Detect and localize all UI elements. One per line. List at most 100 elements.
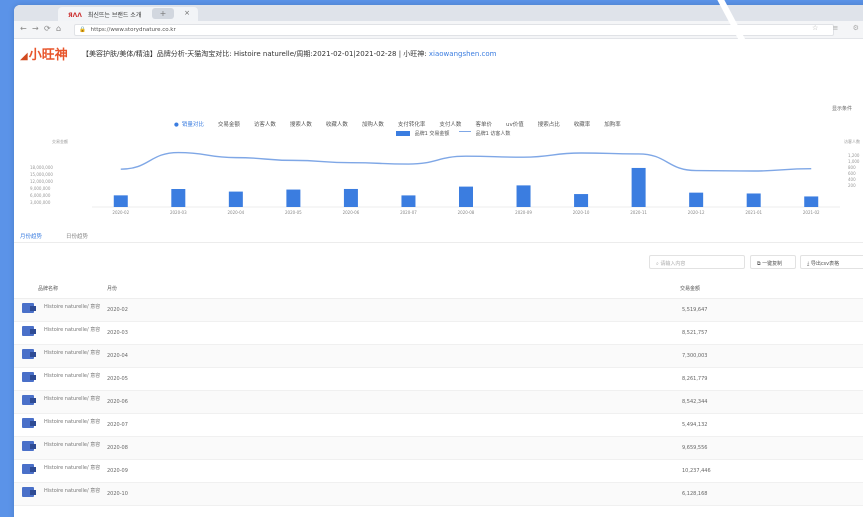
table-row[interactable]: Histoire naturelle/ 意容 2020-06 8,542,344 xyxy=(14,391,863,414)
browser-tab[interactable]: ЯΛΛ 최신뜨는 브랜드 소개 × xyxy=(58,7,198,21)
cell-month: 2020-10 xyxy=(107,491,128,497)
display-conditions-link[interactable]: 显示条件 xyxy=(832,105,852,112)
back-icon[interactable]: ← xyxy=(20,24,27,33)
cell-month: 2020-06 xyxy=(107,399,128,405)
metric-tab[interactable]: 销量对比 xyxy=(174,122,204,128)
brand-thumbnail xyxy=(22,464,36,474)
page-content: 小旺神 【美容护肤/美体/精油】品牌分析-天猫淘宝对比: Histoire na… xyxy=(14,39,863,517)
table-row[interactable]: Histoire naturelle/ 意容 2020-07 5,494,132 xyxy=(14,414,863,437)
table-row[interactable]: Histoire naturelle/ 意容 2020-02 5,519,647 xyxy=(14,299,863,322)
x-tick-label: 2021-01 xyxy=(745,210,762,215)
visitor-line xyxy=(120,151,812,172)
bar-legend-swatch xyxy=(396,131,410,136)
y-right-tick-label: 200 xyxy=(848,183,856,188)
cell-brand: Histoire naturelle/ 意容 xyxy=(44,304,101,310)
metric-tab[interactable]: 收藏人数 xyxy=(326,122,348,128)
cell-brand: Histoire naturelle/ 意容 xyxy=(44,488,101,494)
metric-tabs: 销量对比 交易金额 访客人数 搜索人数 收藏人数 加购人数 支付转化率 支付人数 客单价 uv价值… xyxy=(174,120,635,128)
metric-tab[interactable]: 收藏率 xyxy=(574,122,591,128)
metric-tab[interactable]: 搜索人数 xyxy=(290,122,312,128)
table-row[interactable]: Histoire naturelle/ 意容 2020-05 8,261,779 xyxy=(14,368,863,391)
x-tick-label: 2020-02 xyxy=(112,210,129,215)
cell-sales: 7,300,003 xyxy=(682,353,708,359)
table-body: Histoire naturelle/ 意容 2020-02 5,519,647 Hi… xyxy=(14,299,863,506)
table-row[interactable]: Histoire naturelle/ 意容 2020-09 10,237,446 xyxy=(14,460,863,483)
metric-tab[interactable]: uv价值 xyxy=(506,122,524,128)
brand-thumbnail xyxy=(22,303,36,313)
table-row[interactable]: Histoire naturelle/ 意容 2020-03 8,521,757 xyxy=(14,322,863,345)
cell-month: 2020-04 xyxy=(107,353,128,359)
page-title-text: 【美容护肤/美体/精油】品牌分析-天猫淘宝对比: Histoire nature… xyxy=(82,50,427,58)
table-header: 品牌名称 月份 交易金额 xyxy=(14,277,863,299)
y-left-tick-label: 15,000,000 xyxy=(30,172,53,177)
reload-icon[interactable]: ⟳ xyxy=(44,24,51,33)
search-placeholder: 请输入内容 xyxy=(660,261,686,267)
copy-label: 一键复制 xyxy=(762,261,783,267)
bar-mark xyxy=(804,196,819,207)
x-tick-label: 2020-12 xyxy=(688,210,705,215)
col-month[interactable]: 月份 xyxy=(107,285,117,292)
line-legend-label[interactable]: 品牌1 访客人数 xyxy=(476,131,511,137)
y-left-tick-label: 3,000,000 xyxy=(30,200,51,205)
cell-brand: Histoire naturelle/ 意容 xyxy=(44,396,101,402)
cell-brand: Histoire naturelle/ 意容 xyxy=(44,465,101,471)
site-logo[interactable]: 小旺神 xyxy=(20,44,68,63)
table-row[interactable]: Histoire naturelle/ 意容 2020-08 9,659,556 xyxy=(14,437,863,460)
y-right-axis-title: 访客人数 xyxy=(844,139,860,144)
cell-month: 2020-05 xyxy=(107,376,128,382)
cell-brand: Histoire naturelle/ 意容 xyxy=(44,442,101,448)
metric-tab[interactable]: 交易金额 xyxy=(218,122,240,128)
cell-sales: 9,659,556 xyxy=(682,445,708,451)
x-tick-label: 2020-10 xyxy=(573,210,590,215)
table-row[interactable]: Histoire naturelle/ 意容 2020-10 6,128,168 xyxy=(14,483,863,506)
chart-legend: 品牌1 交易金额 品牌1 访客人数 xyxy=(396,130,510,137)
bar-mark xyxy=(459,186,473,207)
tab-title: 최신뜨는 브랜드 소개 xyxy=(87,12,142,19)
new-tab-button[interactable]: + xyxy=(152,8,174,19)
y-left-tick-label: 9,000,000 xyxy=(30,186,51,191)
forward-icon[interactable]: → xyxy=(32,24,39,33)
brand-thumbnail xyxy=(22,487,36,497)
toolbar-icons[interactable]: ☆ ≡ ⚙ xyxy=(812,24,863,32)
bar-mark xyxy=(401,195,416,207)
y-left-axis-title: 交易金额 xyxy=(52,139,68,144)
export-csv-button[interactable]: ⤓ 导出csv表格 xyxy=(800,255,863,269)
tab-monthly[interactable]: 月份趋势 xyxy=(20,232,42,240)
y-right-tick-label: 600 xyxy=(848,171,856,176)
tab-daily[interactable]: 日份趋势 xyxy=(66,232,88,240)
metric-tab[interactable]: 访客人数 xyxy=(254,122,276,128)
close-icon[interactable]: × xyxy=(184,9,190,17)
bar-mark xyxy=(631,167,646,207)
x-tick-label: 2020-05 xyxy=(285,210,302,215)
cell-brand: Histoire naturelle/ 意容 xyxy=(44,419,101,425)
page-title: 【美容护肤/美体/精油】品牌分析-天猫淘宝对比: Histoire nature… xyxy=(82,49,496,59)
metric-tab[interactable]: 客单价 xyxy=(475,122,492,128)
x-tick-label: 2020-11 xyxy=(630,210,647,215)
bar-mark xyxy=(113,195,128,207)
x-tick-label: 2020-04 xyxy=(227,210,244,215)
bar-legend-label[interactable]: 品牌1 交易金额 xyxy=(415,131,450,137)
metric-tab[interactable]: 加购人数 xyxy=(362,122,384,128)
site-link[interactable]: xiaowangshen.com xyxy=(429,50,497,58)
bar-mark xyxy=(746,193,761,207)
brand-thumbnail xyxy=(22,395,36,405)
home-icon[interactable]: ⌂ xyxy=(56,24,61,33)
y-right-tick-label: 800 xyxy=(848,165,856,170)
metric-tab[interactable]: 加购率 xyxy=(604,122,621,128)
x-tick-label: 2020-06 xyxy=(343,210,360,215)
site-favicon-icon: ЯΛΛ xyxy=(68,12,82,19)
copy-button[interactable]: ⧉ 一键复制 xyxy=(750,255,796,269)
cell-sales: 8,521,757 xyxy=(682,330,708,336)
brand-thumbnail xyxy=(22,372,36,382)
col-sales[interactable]: 交易金额 xyxy=(680,285,700,292)
metric-tab[interactable]: 支付人数 xyxy=(439,122,461,128)
cell-month: 2020-03 xyxy=(107,330,128,336)
table-row[interactable]: Histoire naturelle/ 意容 2020-04 7,300,003 xyxy=(14,345,863,368)
search-input[interactable]: ⌕ 请输入内容 xyxy=(649,255,745,269)
y-left-tick-label: 18,000,000 xyxy=(30,165,53,170)
y-right-tick-label: 1,200 xyxy=(848,153,860,158)
metric-tab[interactable]: 搜索占比 xyxy=(538,122,560,128)
col-brand[interactable]: 品牌名称 xyxy=(38,285,58,292)
metric-tab[interactable]: 支付转化率 xyxy=(398,122,426,128)
export-label: 导出csv表格 xyxy=(810,261,840,267)
